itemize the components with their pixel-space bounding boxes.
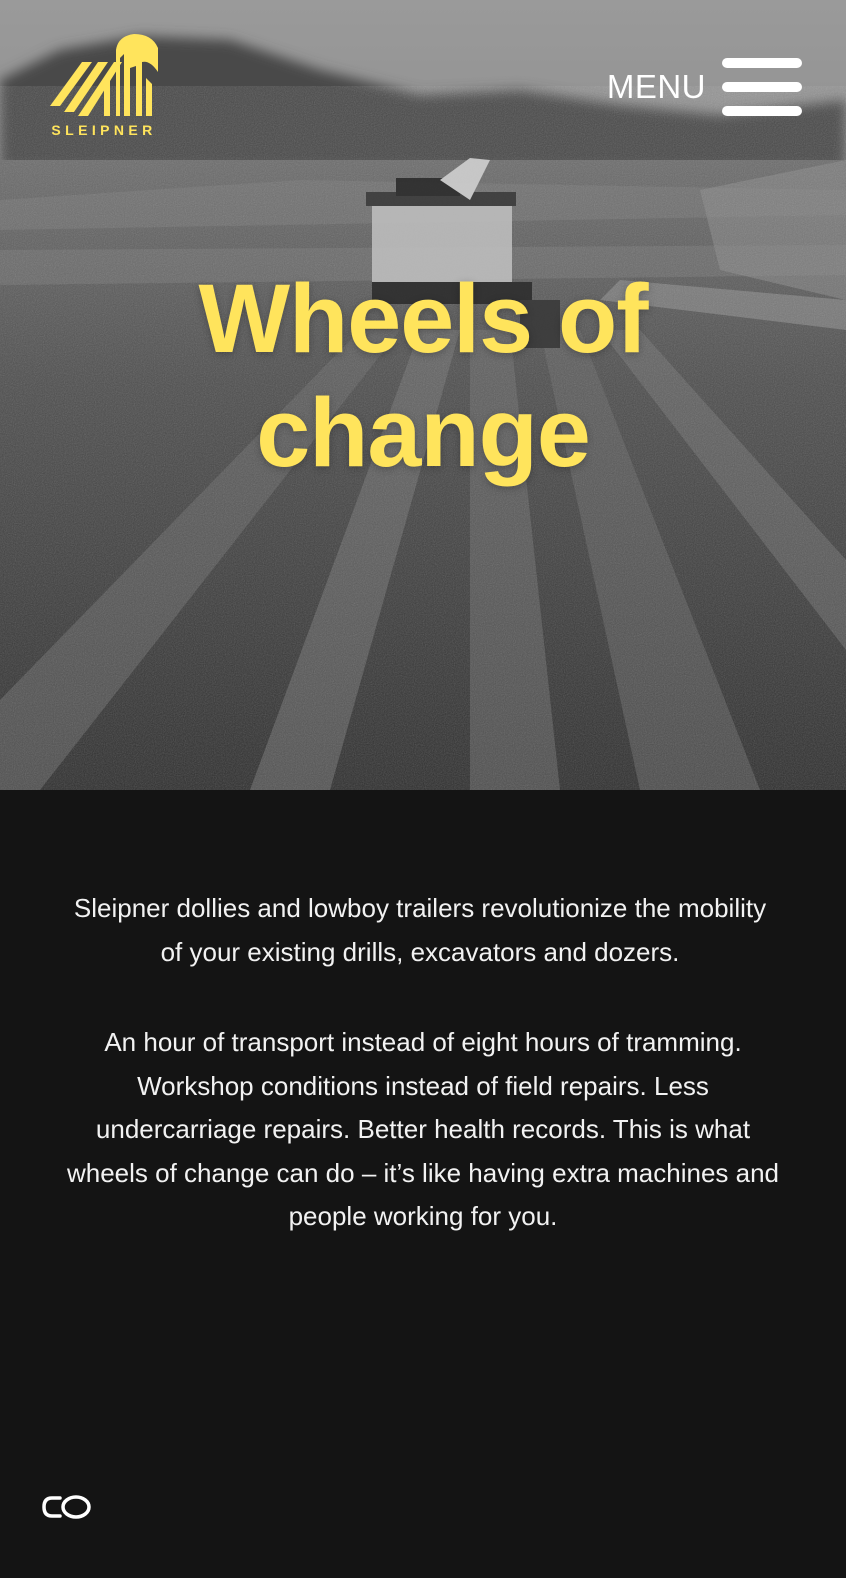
cookie-settings-button[interactable] — [40, 1493, 96, 1523]
hero-title-line-2: change — [256, 378, 591, 487]
menu-button[interactable]: MENU — [607, 56, 802, 118]
hero-section: SLEIPNER MENU Wheels of change — [0, 0, 846, 790]
hamburger-bar — [722, 82, 802, 92]
hero-title: Wheels of change — [0, 262, 846, 490]
intro-paragraph-1: Sleipner dollies and lowboy trailers rev… — [73, 893, 767, 967]
hamburger-bar — [722, 106, 802, 116]
intro-paragraph-2: An hour of transport instead of eight ho… — [66, 1027, 780, 1231]
hero-title-line-1: Wheels of — [198, 264, 648, 373]
intro-section: Sleipner dollies and lowboy trailers rev… — [0, 790, 846, 1578]
sleipner-logo[interactable]: SLEIPNER — [46, 32, 162, 140]
cookie-settings-icon — [42, 1495, 91, 1519]
menu-label: MENU — [606, 68, 706, 105]
page: SLEIPNER MENU Wheels of change Sleipner … — [0, 0, 846, 1578]
hamburger-bar — [722, 58, 802, 68]
horse-logo-icon — [50, 34, 158, 116]
hamburger-icon[interactable] — [722, 56, 802, 118]
logo-text: SLEIPNER — [51, 122, 157, 138]
